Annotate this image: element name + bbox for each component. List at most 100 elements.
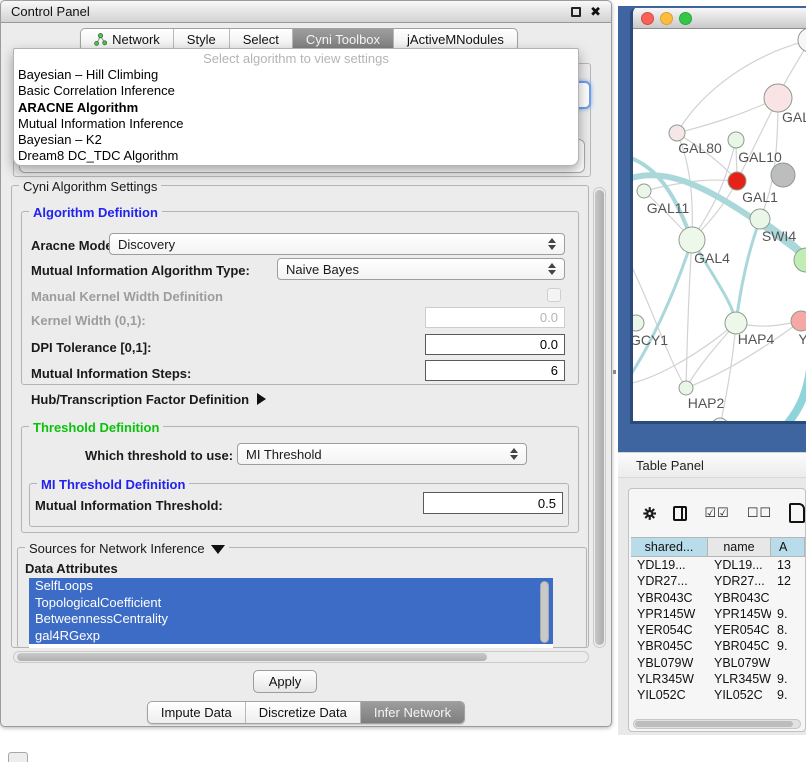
network-node[interactable]	[798, 29, 806, 52]
table-horizontal-scrollbar[interactable]	[633, 719, 801, 729]
network-window-titlebar[interactable]	[633, 8, 806, 29]
zoom-traffic-light-icon[interactable]	[679, 12, 692, 25]
column-header-name[interactable]: name	[708, 538, 771, 556]
network-edge[interactable]	[686, 240, 692, 388]
table-cell[interactable]: 9.	[771, 671, 805, 687]
dpi-tolerance-field[interactable]: 0.0	[425, 334, 565, 355]
algorithm-option[interactable]: Mutual Information Inference	[14, 116, 578, 132]
network-edge[interactable]	[633, 157, 692, 240]
tab-impute-data[interactable]: Impute Data	[148, 702, 245, 723]
minimized-panel-button[interactable]	[8, 752, 28, 762]
table-cell[interactable]: YDR27...	[631, 573, 708, 589]
tab-style[interactable]: Style	[173, 29, 229, 50]
table-cell[interactable]: YPR145W	[708, 606, 771, 622]
table-cell[interactable]: YER054C	[708, 622, 771, 638]
checked-checkboxes-icon[interactable]: ☑☑	[704, 506, 729, 521]
close-traffic-light-icon[interactable]	[641, 12, 654, 25]
network-node-gal[interactable]	[764, 84, 792, 112]
close-icon[interactable]: ✖	[590, 7, 601, 17]
table-cell[interactable]: YIL052C	[631, 687, 708, 703]
columns-icon[interactable]	[673, 506, 687, 521]
scrollbar-thumb[interactable]	[595, 190, 604, 645]
network-node-gal10[interactable]	[728, 132, 744, 148]
network-node-gal11[interactable]	[637, 184, 651, 198]
algorithm-option[interactable]: Dream8 DC_TDC Algorithm	[14, 148, 578, 164]
network-node-gal1[interactable]	[750, 209, 770, 229]
table-cell[interactable]: 13	[771, 557, 805, 573]
attribute-item[interactable]: TopologicalCoefficient	[29, 595, 553, 612]
list-scrollbar-thumb[interactable]	[540, 581, 549, 643]
apply-button[interactable]: Apply	[253, 670, 317, 693]
tab-cyni-toolbox[interactable]: Cyni Toolbox	[292, 29, 393, 50]
table-cell[interactable]: YBR045C	[708, 638, 771, 654]
table-cell[interactable]	[771, 655, 805, 671]
table-cell[interactable]: YDL19...	[708, 557, 771, 573]
settings-vertical-scrollbar[interactable]	[593, 187, 606, 648]
table-cell[interactable]: YLR345W	[708, 671, 771, 687]
table-cell[interactable]: YER054C	[631, 622, 708, 638]
network-graph[interactable]: GALGAL80GAL10GAL1GAL11SWI4GAL4GCY1HAP4YH…	[633, 29, 806, 423]
table-cell[interactable]: YDR27...	[708, 573, 771, 589]
table-cell[interactable]: YBL079W	[708, 655, 771, 671]
network-edge[interactable]	[633, 240, 692, 379]
attribute-item[interactable]: BetweennessCentrality	[29, 611, 553, 628]
network-node[interactable]	[712, 418, 728, 423]
table-cell[interactable]: YIL052C	[708, 687, 771, 703]
table-cell[interactable]: YDL19...	[631, 557, 708, 573]
unchecked-checkboxes-icon[interactable]: ☐☐	[747, 506, 772, 521]
table-cell[interactable]: 8.	[771, 622, 805, 638]
network-node-gal80[interactable]	[669, 125, 685, 141]
table-cell[interactable]: 9.	[771, 687, 805, 703]
attribute-item[interactable]: SelfLoops	[29, 578, 553, 595]
table-cell[interactable]: YBR043C	[631, 590, 708, 606]
table-cell[interactable]: YBR043C	[708, 590, 771, 606]
table-row[interactable]: YIL052CYIL052C9.	[631, 687, 805, 703]
document-icon[interactable]	[789, 503, 805, 523]
network-edge[interactable]	[783, 359, 806, 423]
settings-horizontal-scrollbar[interactable]	[13, 651, 589, 663]
table-row[interactable]: YDR27...YDR27...12	[631, 573, 805, 589]
minimize-traffic-light-icon[interactable]	[660, 12, 673, 25]
tab-network[interactable]: Network	[81, 29, 173, 50]
gear-icon[interactable]	[643, 504, 656, 523]
attribute-item[interactable]: gal4RGexp	[29, 628, 553, 645]
aracne-mode-select[interactable]: Discovery	[109, 233, 565, 255]
algorithm-option[interactable]: ARACNE Algorithm	[14, 100, 578, 116]
tab-jactivemnodules[interactable]: jActiveMNodules	[393, 29, 517, 50]
algorithm-option[interactable]: Basic Correlation Inference	[14, 83, 578, 99]
tab-infer-network[interactable]: Infer Network	[360, 702, 464, 723]
control-panel-titlebar[interactable]: Control Panel ✖	[1, 1, 611, 23]
tab-select[interactable]: Select	[229, 29, 292, 50]
algorithm-option[interactable]: Bayesian – Hill Climbing	[14, 67, 578, 83]
tab-discretize-data[interactable]: Discretize Data	[245, 702, 360, 723]
table-row[interactable]: YBL079WYBL079W	[631, 655, 805, 671]
column-header-shared-name[interactable]: shared...	[631, 538, 708, 556]
table-row[interactable]: YPR145WYPR145W9.	[631, 606, 805, 622]
manual-kernel-checkbox[interactable]	[547, 288, 561, 302]
scrollbar-thumb[interactable]	[635, 721, 793, 727]
mi-type-select[interactable]: Naive Bayes	[277, 258, 565, 280]
table-cell[interactable]: YBR045C	[631, 638, 708, 654]
network-node-y[interactable]	[791, 311, 806, 331]
kernel-width-field[interactable]: 0.0	[425, 307, 565, 328]
float-icon[interactable]	[571, 7, 581, 17]
table-cell[interactable]	[771, 590, 805, 606]
network-node[interactable]	[728, 172, 746, 190]
table-cell[interactable]: YPR145W	[631, 606, 708, 622]
table-cell[interactable]: 9.	[771, 606, 805, 622]
network-canvas[interactable]: GALGAL80GAL10GAL1GAL11SWI4GAL4GCY1HAP4YH…	[633, 29, 806, 423]
sources-toggle[interactable]: Sources for Network Inference	[25, 541, 229, 556]
table-row[interactable]: YER054CYER054C8.	[631, 622, 805, 638]
network-edge[interactable]	[736, 219, 760, 323]
table-cell[interactable]: 9.	[771, 638, 805, 654]
column-header-partial[interactable]: A	[771, 538, 805, 556]
mi-threshold-field[interactable]: 0.5	[423, 492, 563, 514]
table-row[interactable]: YLR345WYLR345W9.	[631, 671, 805, 687]
mi-steps-field[interactable]: 6	[425, 360, 565, 381]
network-node-hap2[interactable]	[679, 381, 693, 395]
table-row[interactable]: YBR043CYBR043C	[631, 590, 805, 606]
network-node[interactable]	[771, 163, 795, 187]
pane-splitter-handle[interactable]	[613, 370, 616, 374]
table-cell[interactable]: YBL079W	[631, 655, 708, 671]
table-cell[interactable]: YLR345W	[631, 671, 708, 687]
